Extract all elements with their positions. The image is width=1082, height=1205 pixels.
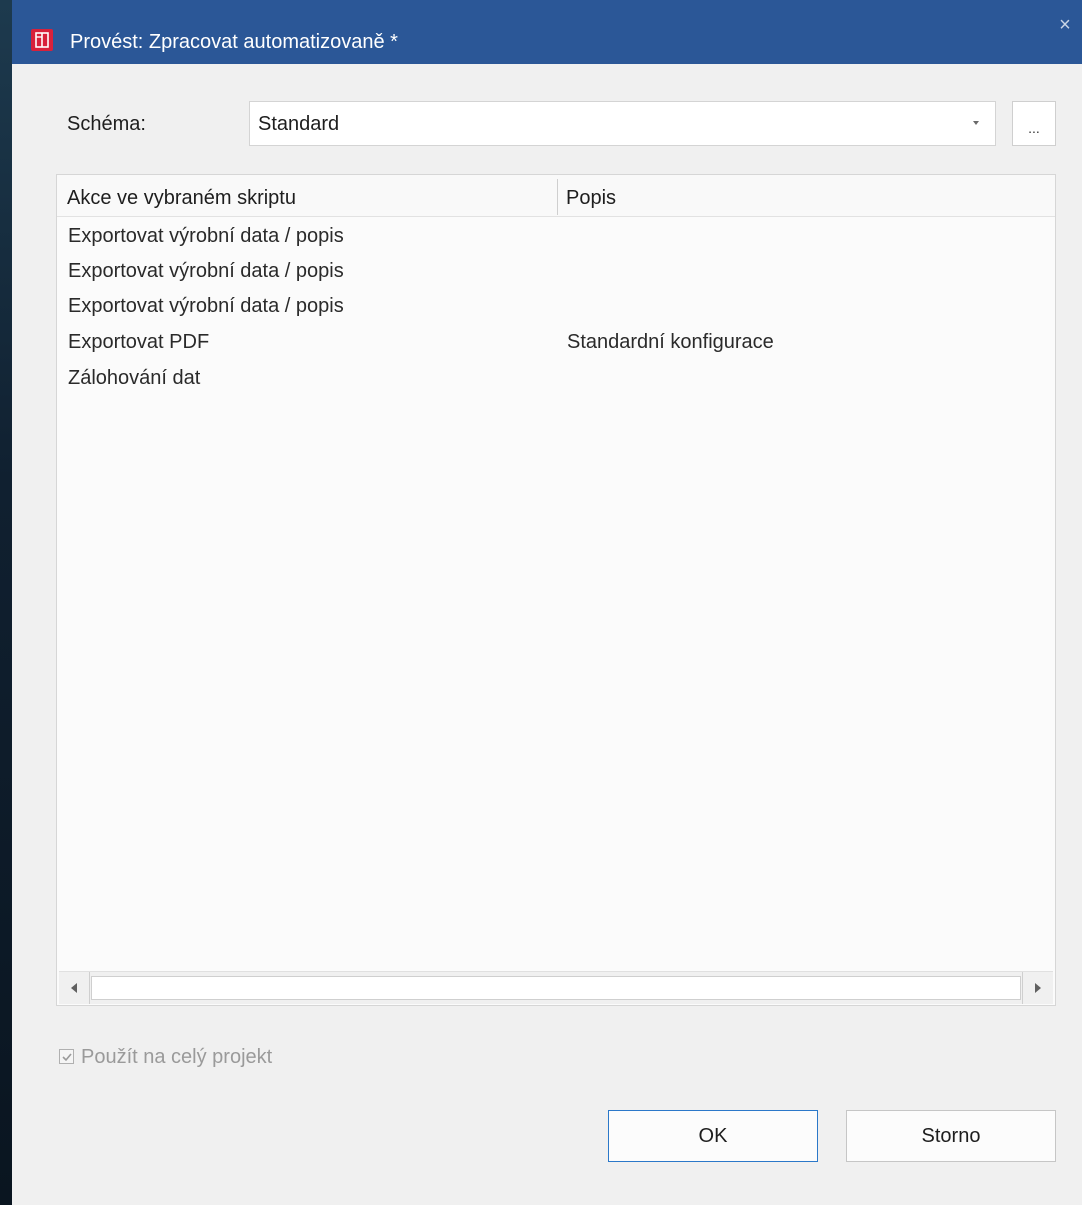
actions-table: Akce ve vybraném skriptu Popis Exportova…	[56, 174, 1056, 1006]
app-icon	[31, 29, 53, 51]
apply-whole-project-checkbox[interactable]	[59, 1049, 74, 1064]
horizontal-scrollbar[interactable]	[59, 971, 1053, 1004]
ok-button[interactable]: OK	[608, 1110, 818, 1162]
table-row[interactable]: Exportovat výrobní data / popis	[57, 289, 1055, 325]
column-header-description[interactable]: Popis	[566, 187, 616, 210]
checkmark-icon	[62, 1053, 72, 1062]
chevron-down-icon	[973, 121, 979, 125]
arrow-right-icon	[1035, 983, 1041, 993]
scroll-left-button[interactable]	[59, 972, 90, 1004]
apply-whole-project-label: Použít na celý projekt	[81, 1046, 273, 1068]
schema-label: Schéma:	[67, 113, 146, 135]
cell-action: Exportovat výrobní data / popis	[68, 295, 344, 317]
title-bar: Provést: Zpracovat automatizovaně * ×	[12, 0, 1082, 64]
column-separator[interactable]	[557, 179, 558, 215]
column-header-action[interactable]: Akce ve vybraném skriptu	[67, 187, 296, 210]
cell-description: Standardní konfigurace	[567, 331, 774, 353]
table-row[interactable]: Exportovat PDF Standardní konfigurace	[57, 325, 1055, 361]
cell-action: Exportovat PDF	[68, 331, 210, 353]
cancel-button[interactable]: Storno	[846, 1110, 1056, 1162]
cell-action: Exportovat výrobní data / popis	[68, 260, 344, 282]
schema-dropdown[interactable]: Standard	[249, 101, 996, 146]
table-row[interactable]: Zálohování dat	[57, 361, 1055, 397]
scroll-thumb[interactable]	[91, 976, 1021, 1000]
close-icon[interactable]: ×	[1054, 14, 1076, 36]
window-title: Provést: Zpracovat automatizovaně *	[70, 31, 398, 53]
schema-selected-value: Standard	[258, 113, 340, 135]
table-row[interactable]: Exportovat výrobní data / popis	[57, 219, 1055, 255]
table-header: Akce ve vybraném skriptu Popis	[57, 175, 1055, 217]
table-row[interactable]: Exportovat výrobní data / popis	[57, 254, 1055, 290]
arrow-left-icon	[71, 983, 77, 993]
desktop-background	[0, 0, 12, 1205]
dialog-window: Provést: Zpracovat automatizovaně * × Sc…	[12, 0, 1082, 1205]
cell-action: Exportovat výrobní data / popis	[68, 225, 344, 247]
cell-action: Zálohování dat	[68, 367, 201, 389]
scroll-right-button[interactable]	[1022, 972, 1053, 1004]
schema-more-button[interactable]: ...	[1012, 101, 1056, 146]
